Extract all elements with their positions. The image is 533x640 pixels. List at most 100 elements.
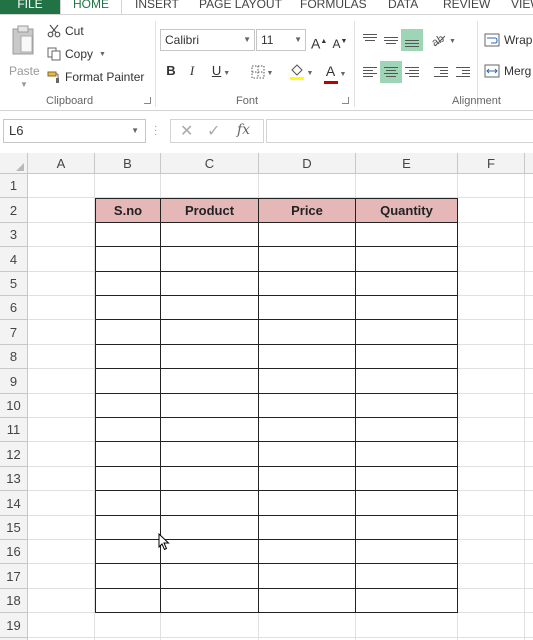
tab-data[interactable]: DATA [388, 0, 418, 14]
tab-insert[interactable]: INSERT [135, 0, 179, 14]
cell-g1[interactable] [525, 174, 533, 198]
cell-f14[interactable] [458, 491, 525, 516]
cell-a13[interactable] [28, 467, 95, 491]
cell-c9[interactable] [161, 369, 259, 394]
cell-c14[interactable] [161, 491, 259, 516]
row-header-16[interactable]: 16 [0, 540, 28, 564]
cell-f12[interactable] [458, 442, 525, 467]
cell-d9[interactable] [259, 369, 356, 394]
cell-c18[interactable] [161, 589, 259, 613]
font-name-dropdown[interactable]: Calibri ▼ [160, 29, 255, 51]
cell-a16[interactable] [28, 540, 95, 564]
cell-e12[interactable] [356, 442, 458, 467]
cell-a5[interactable] [28, 272, 95, 296]
cell-g18[interactable] [525, 589, 533, 613]
borders-button[interactable]: ▼ [246, 60, 278, 82]
cell-d7[interactable] [259, 320, 356, 345]
cell-g12[interactable] [525, 442, 533, 467]
cell-g6[interactable] [525, 296, 533, 320]
row-header-3[interactable]: 3 [0, 223, 28, 247]
column-header-e[interactable]: E [356, 153, 458, 174]
cell-f13[interactable] [458, 467, 525, 491]
fill-color-button[interactable]: ▼ [286, 60, 316, 82]
cell-a11[interactable] [28, 418, 95, 442]
cell-d15[interactable] [259, 516, 356, 540]
align-left-button[interactable] [359, 61, 381, 83]
cell-b3[interactable] [95, 223, 161, 247]
row-header-19[interactable]: 19 [0, 613, 28, 638]
cell-d13[interactable] [259, 467, 356, 491]
cancel-icon[interactable]: ✕ [180, 121, 193, 141]
cell-d19[interactable] [259, 613, 356, 638]
table-header-cell[interactable]: Quantity [356, 198, 458, 223]
cell-d10[interactable] [259, 394, 356, 418]
orientation-button[interactable]: ab ▼ [430, 29, 460, 51]
cell-e17[interactable] [356, 564, 458, 589]
wrap-text-button[interactable]: Wrap [484, 30, 532, 50]
cell-d18[interactable] [259, 589, 356, 613]
cell-f11[interactable] [458, 418, 525, 442]
cell-d3[interactable] [259, 223, 356, 247]
cell-g2[interactable] [525, 198, 533, 223]
cell-f18[interactable] [458, 589, 525, 613]
row-header-12[interactable]: 12 [0, 442, 28, 467]
cell-c6[interactable] [161, 296, 259, 320]
increase-indent-button[interactable] [452, 61, 474, 83]
cell-f9[interactable] [458, 369, 525, 394]
cell-a18[interactable] [28, 589, 95, 613]
row-header-8[interactable]: 8 [0, 345, 28, 369]
cell-c1[interactable] [161, 174, 259, 198]
cell-a14[interactable] [28, 491, 95, 516]
cell-b11[interactable] [95, 418, 161, 442]
cell-c19[interactable] [161, 613, 259, 638]
cell-g8[interactable] [525, 345, 533, 369]
tab-file[interactable]: FILE [0, 0, 60, 14]
cell-c16[interactable] [161, 540, 259, 564]
row-header-1[interactable]: 1 [0, 174, 28, 198]
cell-d4[interactable] [259, 247, 356, 272]
cell-e6[interactable] [356, 296, 458, 320]
cell-g14[interactable] [525, 491, 533, 516]
formula-input[interactable] [266, 119, 533, 143]
font-launcher-icon[interactable] [342, 97, 349, 104]
cell-e16[interactable] [356, 540, 458, 564]
cell-d17[interactable] [259, 564, 356, 589]
row-header-5[interactable]: 5 [0, 272, 28, 296]
cell-c10[interactable] [161, 394, 259, 418]
cell-a10[interactable] [28, 394, 95, 418]
cell-g4[interactable] [525, 247, 533, 272]
table-header-cell[interactable]: Price [259, 198, 356, 223]
align-middle-button[interactable] [380, 29, 402, 51]
cell-a3[interactable] [28, 223, 95, 247]
row-header-15[interactable]: 15 [0, 516, 28, 540]
row-header-18[interactable]: 18 [0, 589, 28, 613]
cell-f17[interactable] [458, 564, 525, 589]
row-header-10[interactable]: 10 [0, 394, 28, 418]
cell-b17[interactable] [95, 564, 161, 589]
cell-e7[interactable] [356, 320, 458, 345]
cell-g5[interactable] [525, 272, 533, 296]
row-header-13[interactable]: 13 [0, 467, 28, 491]
cell-f19[interactable] [458, 613, 525, 638]
cell-e1[interactable] [356, 174, 458, 198]
cell-g16[interactable] [525, 540, 533, 564]
cell-f1[interactable] [458, 174, 525, 198]
cell-a15[interactable] [28, 516, 95, 540]
cell-d11[interactable] [259, 418, 356, 442]
cell-e3[interactable] [356, 223, 458, 247]
copy-button[interactable]: Copy ▼ [47, 44, 106, 64]
cell-e4[interactable] [356, 247, 458, 272]
cell-a2[interactable] [28, 198, 95, 223]
font-color-button[interactable]: A ▼ [320, 60, 350, 84]
column-header-c[interactable]: C [161, 153, 259, 174]
cell-b13[interactable] [95, 467, 161, 491]
cell-c7[interactable] [161, 320, 259, 345]
cell-a17[interactable] [28, 564, 95, 589]
cell-f8[interactable] [458, 345, 525, 369]
row-header-6[interactable]: 6 [0, 296, 28, 320]
cell-b18[interactable] [95, 589, 161, 613]
cell-d14[interactable] [259, 491, 356, 516]
cell-b6[interactable] [95, 296, 161, 320]
cell-f4[interactable] [458, 247, 525, 272]
cell-g7[interactable] [525, 320, 533, 345]
